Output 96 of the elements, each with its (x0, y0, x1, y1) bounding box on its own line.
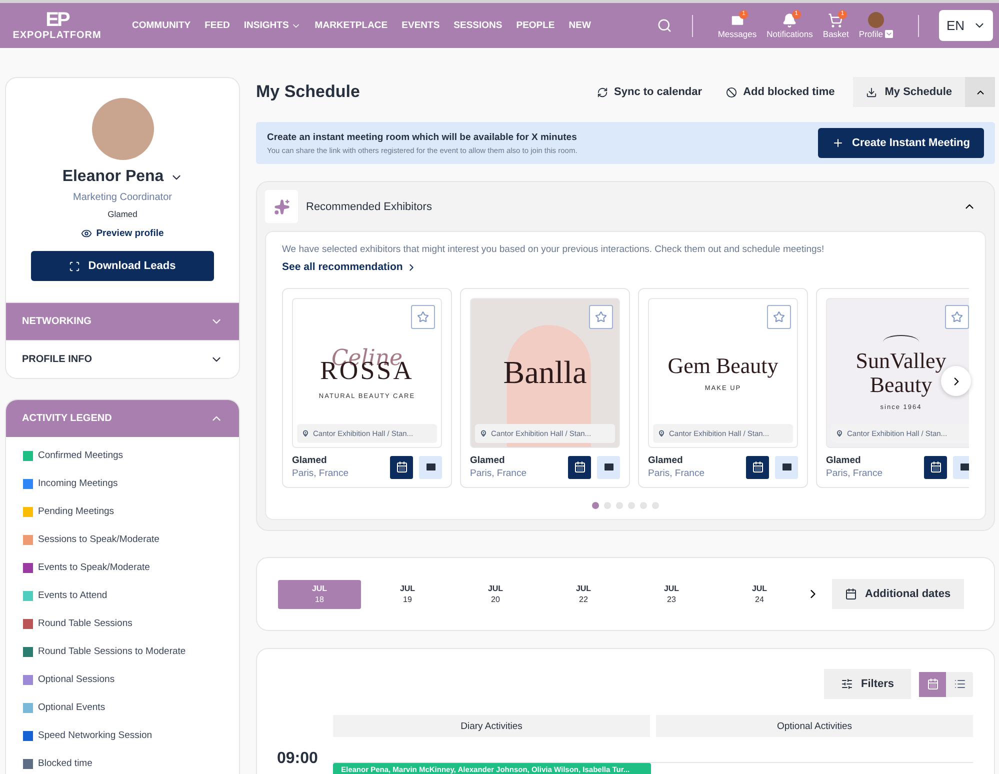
exhibitor-name: Glamed (648, 455, 684, 466)
bell-icon (782, 12, 798, 28)
cart-icon (828, 12, 844, 28)
favorite-button[interactable] (589, 305, 613, 329)
star-icon (595, 311, 607, 323)
pin-icon (835, 429, 844, 438)
star-icon (773, 311, 785, 323)
see-all-link[interactable]: See all recommendation (282, 261, 417, 273)
logo-text: EXPOPLATFORM (12, 30, 102, 41)
time-label: 09:00 (277, 750, 319, 768)
exhibitor-location: Paris, France (292, 468, 350, 479)
message-button[interactable] (775, 456, 798, 478)
plus-icon (832, 137, 844, 149)
legend-label: Optional Events (38, 701, 106, 714)
date-tab[interactable]: JUL 22 (542, 580, 625, 608)
sync-button[interactable]: Sync to calendar (591, 85, 708, 99)
logo-title: Gem Beauty (668, 354, 778, 378)
avatar-icon (868, 12, 884, 28)
favorite-button[interactable] (411, 305, 435, 329)
section-toggle[interactable]: PROFILE INFO (6, 340, 239, 378)
star-icon (951, 311, 963, 323)
filters-button[interactable]: Filters (824, 669, 911, 699)
block-button[interactable]: Add blocked time (720, 85, 841, 99)
sliders-icon (840, 678, 853, 690)
schedule-button[interactable] (568, 456, 591, 478)
calendar-icon (396, 461, 408, 473)
pin-icon (301, 429, 310, 438)
legend-label: Events to Attend (38, 589, 108, 602)
page-title: My Schedule (256, 82, 361, 102)
legend-label: Pending Meetings (38, 505, 114, 518)
pin-icon (479, 429, 488, 438)
carousel-dot[interactable] (652, 502, 659, 509)
intro-text: We have selected exhibitors that might interest you based on your previous interactions. Check them out and schedule meetings! (282, 244, 826, 255)
legend-label: Speed Networking Session (38, 729, 152, 742)
create-meeting-button[interactable]: Create Instant Meeting (818, 128, 984, 158)
exhibitor-name: Glamed (292, 455, 328, 466)
download-leads-button[interactable]: Download Leads (31, 251, 214, 281)
calendar-icon (845, 588, 857, 600)
preview-profile-link[interactable]: Preview profile (81, 228, 164, 239)
pin-icon (657, 429, 666, 438)
legend-label: Sessions to Speak/Moderate (38, 533, 160, 546)
carousel-dot[interactable] (628, 502, 635, 509)
profile-company: Glamed (108, 209, 138, 219)
banner-title: Create an instant meeting room which will be available for X minutes (267, 132, 578, 142)
legend-label: Events to Speak/Moderate (38, 561, 150, 574)
exhibitor-location: Paris, France (470, 468, 528, 479)
exhibitor-name: Glamed (470, 455, 506, 466)
calendar-icon (752, 461, 764, 473)
legend-label: Round Table Sessions to Moderate (38, 645, 186, 658)
download-icon (866, 86, 877, 98)
legend-label: Optional Sessions (38, 673, 115, 686)
legend-label: Incoming Meetings (38, 477, 118, 490)
date-tab[interactable]: JUL 20 (454, 580, 537, 608)
carousel-dot[interactable] (604, 502, 611, 509)
message-button[interactable] (597, 456, 620, 478)
exhibitor-name: Glamed (826, 455, 862, 466)
scan-icon (69, 260, 80, 272)
star-icon (417, 311, 429, 323)
carousel-dot[interactable] (640, 502, 647, 509)
legend-label: Confirmed Meetings (38, 449, 124, 462)
carousel-dot[interactable] (592, 502, 599, 509)
logo-title: Banlla (503, 356, 587, 390)
message-button[interactable] (419, 456, 442, 478)
column-header: Diary Activities (333, 715, 650, 737)
legend-label: Round Table Sessions (38, 617, 132, 630)
profile-role: Marketing Coordinator (73, 192, 172, 203)
schedule-button[interactable] (746, 456, 769, 478)
column-header: Optional Activities (656, 715, 973, 737)
date-tab[interactable]: JUL 24 (718, 580, 801, 608)
logo-title: SunValley Beauty (854, 349, 948, 396)
calendar-icon (926, 678, 938, 690)
logo-mark: EP (46, 10, 68, 30)
calendar-icon (930, 461, 942, 473)
additional-dates-button[interactable]: Additional dates (832, 579, 964, 609)
carousel-dot[interactable] (616, 502, 623, 509)
favorite-button[interactable] (767, 305, 791, 329)
my-schedule-button[interactable]: My Schedule (852, 77, 965, 107)
view-toggle[interactable] (919, 672, 946, 696)
blocked-circle-icon (726, 86, 738, 98)
profile-name: Eleanor Pena (62, 168, 164, 186)
favorite-button[interactable] (945, 305, 969, 329)
date-tab[interactable]: JUL 19 (366, 580, 449, 608)
calendar-icon (574, 461, 586, 473)
language-select[interactable]: EN (939, 10, 993, 41)
schedule-button[interactable] (924, 456, 947, 478)
date-tab[interactable]: JUL 23 (630, 580, 713, 608)
search-icon[interactable] (656, 18, 672, 33)
chevron-down-icon (885, 30, 893, 38)
schedule-button[interactable] (390, 456, 413, 478)
panel-title: Recommended Exhibitors (306, 200, 433, 212)
exhibitor-location: Paris, France (648, 468, 706, 479)
sync-icon (597, 86, 608, 98)
sparkle-icon (265, 190, 298, 223)
eye-icon (81, 228, 92, 239)
legend-label: Blocked time (38, 757, 92, 770)
exhibitor-location: Paris, France (826, 468, 884, 479)
